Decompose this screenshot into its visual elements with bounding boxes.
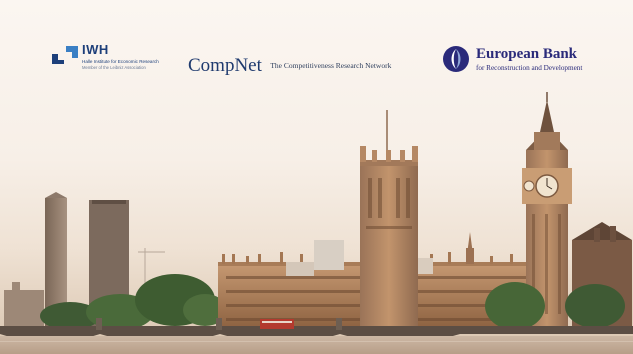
iwh-logo: IWH Halle Institute for Economic Researc…: [50, 42, 160, 76]
logo-bar: IWH Halle Institute for Economic Researc…: [0, 0, 633, 100]
ebrd-name: European Bank: [476, 46, 578, 62]
iwh-line1: Halle Institute for Economic Research: [82, 59, 159, 64]
slide-background: IWH Halle Institute for Economic Researc…: [0, 0, 633, 354]
iwh-name: IWH: [82, 42, 109, 57]
compnet-name: CompNet: [188, 55, 262, 76]
ebrd-subtitle: for Reconstruction and Development: [476, 64, 583, 72]
compnet-tagline: The Competitiveness Research Network: [270, 61, 392, 70]
compnet-logo: CompNet The Competitiveness Research Net…: [188, 55, 391, 77]
iwh-line2: Member of the Leibniz Association: [82, 65, 146, 70]
ebrd-mark-icon: [443, 46, 469, 72]
iwh-mark-icon: [52, 46, 78, 64]
